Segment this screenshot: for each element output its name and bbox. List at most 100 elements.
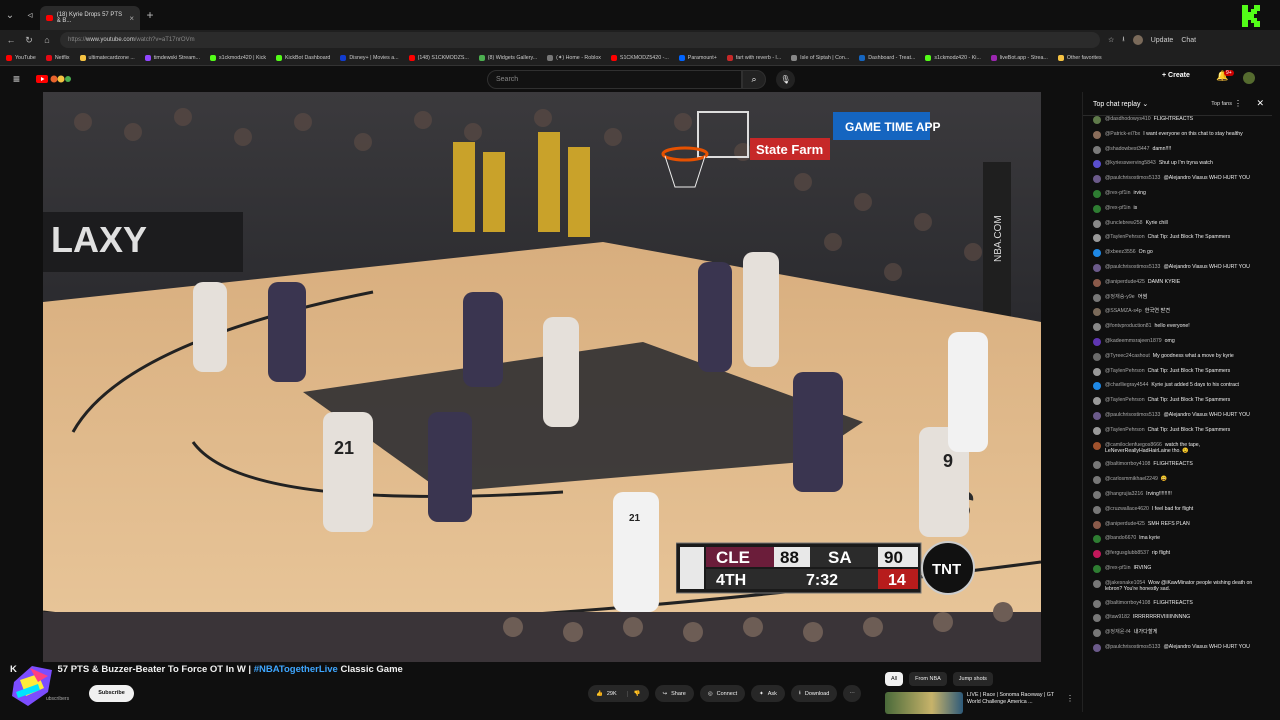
- chat-avatar[interactable]: [1093, 249, 1101, 258]
- chat-author[interactable]: @rex-pf1in: [1105, 565, 1130, 571]
- bookmark-item[interactable]: YouTube: [6, 54, 36, 61]
- chat-avatar[interactable]: [1093, 204, 1101, 213]
- chat-author[interactable]: @Tyreec24cashout: [1105, 353, 1150, 359]
- connect-button[interactable]: ◎ Connect: [699, 685, 746, 702]
- profile-avatar[interactable]: [1132, 35, 1143, 45]
- chat-avatar[interactable]: [1093, 337, 1101, 346]
- chat-avatar[interactable]: [1093, 520, 1101, 529]
- bookmark-item[interactable]: (✦) Home - Roblox: [547, 54, 601, 61]
- back-icon[interactable]: ←: [6, 35, 16, 45]
- chip-all[interactable]: All: [885, 672, 904, 686]
- recommended-thumbnail[interactable]: [885, 692, 963, 714]
- chat-mode-dropdown[interactable]: Top chat replay ⌄: [1093, 100, 1148, 108]
- chat-avatar[interactable]: [1093, 579, 1101, 588]
- tab-list-icon[interactable]: ⌄: [0, 0, 20, 30]
- chat-avatar[interactable]: [1093, 441, 1101, 450]
- chat-author[interactable]: @shadowbest3447: [1105, 146, 1150, 152]
- chat-author[interactable]: @aniperdude425: [1105, 521, 1145, 527]
- chat-avatar[interactable]: [1093, 293, 1101, 302]
- hamburger-menu-icon[interactable]: ≡: [13, 72, 20, 86]
- recommended-title[interactable]: LIVE | Race | Sonoma Raceway | GT World …: [967, 692, 1067, 716]
- chat-author[interactable]: @paulchrisostimos5133: [1105, 412, 1160, 418]
- chat-author[interactable]: @bando6670: [1105, 535, 1136, 541]
- star-icon[interactable]: ☆: [1108, 36, 1114, 44]
- chat-avatar[interactable]: [1093, 145, 1101, 154]
- youtube-logo[interactable]: [36, 74, 84, 84]
- chat-author[interactable]: @unclebrew258: [1105, 220, 1143, 226]
- chat-author[interactable]: @paulchrisostimos5133: [1105, 264, 1160, 270]
- chat-avatar[interactable]: [1093, 564, 1101, 573]
- bookmark-item[interactable]: (148) S1CKMODZS...: [408, 54, 469, 61]
- chat-author[interactable]: @taw9182: [1105, 614, 1130, 620]
- ask-button[interactable]: ✦ Ask: [751, 685, 785, 702]
- top-fans-button[interactable]: Top fans: [1211, 101, 1232, 107]
- chat-avatar[interactable]: [1093, 219, 1101, 228]
- like-button[interactable]: 👍 29K: [588, 691, 623, 697]
- bookmark-item[interactable]: Isle of Siptah | Con...: [791, 54, 849, 61]
- chat-author[interactable]: @cruzwallace4620: [1105, 506, 1149, 512]
- update-button[interactable]: Update: [1151, 37, 1174, 44]
- chat-avatar[interactable]: [1093, 535, 1101, 544]
- page-scrollbar[interactable]: [1274, 92, 1280, 720]
- chat-avatar[interactable]: [1093, 116, 1101, 124]
- recommended-video[interactable]: LIVE | Race | Sonoma Raceway | GT World …: [885, 692, 1075, 716]
- video-player[interactable]: LAXY GAME TIME APP State Farm NBA.COM S: [43, 92, 1041, 662]
- chat-button[interactable]: Chat: [1181, 37, 1196, 44]
- chat-avatar[interactable]: [1093, 189, 1101, 198]
- chat-avatar[interactable]: [1093, 599, 1101, 608]
- bookmark-item[interactable]: ultimatecardzone ...: [79, 54, 135, 61]
- chat-avatar[interactable]: [1093, 476, 1101, 485]
- chat-author[interactable]: @kadeemmsrajeen1879: [1105, 338, 1162, 344]
- chat-author[interactable]: @SSAMZA-s4p: [1105, 308, 1142, 314]
- search-icon[interactable]: ⌕: [742, 70, 766, 89]
- chat-author[interactable]: @kyriesswerving5843: [1105, 160, 1156, 166]
- chat-avatar[interactable]: [1093, 160, 1101, 169]
- bookmark-item[interactable]: s1ckmodz420 | Kick: [210, 54, 266, 61]
- bookmark-item[interactable]: S1CKMODZ5420 -...: [610, 54, 669, 61]
- chat-author[interactable]: @정재윤-f4: [1105, 629, 1131, 635]
- chat-avatar[interactable]: [1093, 130, 1101, 139]
- chat-author[interactable]: @rex-pf1in: [1105, 190, 1130, 196]
- refresh-icon[interactable]: ↻: [24, 35, 34, 46]
- chip-from-nba[interactable]: From NBA: [909, 672, 947, 686]
- chat-author[interactable]: @rex-pf1in: [1105, 205, 1130, 211]
- more-actions-button[interactable]: ⋯: [843, 685, 861, 702]
- chat-author[interactable]: @정재승-y9e: [1105, 294, 1135, 300]
- user-avatar[interactable]: [1243, 72, 1255, 84]
- subscribe-button[interactable]: Subscribe: [89, 685, 134, 702]
- bookmark-item[interactable]: Dashboard - Treat...: [859, 54, 915, 61]
- chat-avatar[interactable]: [1093, 352, 1101, 361]
- dislike-button[interactable]: 👎: [626, 690, 649, 697]
- chat-avatar[interactable]: [1093, 234, 1101, 243]
- chip-jump-shots[interactable]: Jump shots: [952, 672, 993, 686]
- more-options-icon[interactable]: ⋮: [1234, 99, 1242, 108]
- bookmark-item[interactable]: KickBot Dashboard: [276, 54, 330, 61]
- chat-author[interactable]: @TaylenPehrson: [1105, 368, 1145, 374]
- bookmark-item[interactable]: Disney+ | Movies a...: [340, 54, 399, 61]
- close-tab-icon[interactable]: ×: [129, 14, 134, 23]
- chat-author[interactable]: @aniperdude425: [1105, 279, 1145, 285]
- chat-avatar[interactable]: [1093, 382, 1101, 391]
- download-icon[interactable]: ⭳: [1122, 35, 1124, 46]
- bookmark-item[interactable]: fart with reverb - l...: [726, 54, 781, 61]
- browser-tab[interactable]: (18) Kyrie Drops 57 PTS & B... ×: [40, 6, 140, 30]
- hashtag-link[interactable]: #NBATogetherLive: [254, 664, 338, 675]
- bookmark-item[interactable]: Paramount+: [678, 54, 717, 61]
- chat-author[interactable]: @TaylenPehrson: [1105, 427, 1145, 433]
- microphone-icon[interactable]: 🎙: [776, 70, 795, 89]
- chat-avatar[interactable]: [1093, 367, 1101, 376]
- close-chat-icon[interactable]: ✕: [1256, 98, 1264, 109]
- bookmark-item[interactable]: (8) Widgets Gallery...: [478, 54, 537, 61]
- bookmark-item[interactable]: timdewski Stream...: [144, 54, 200, 61]
- bookmark-item[interactable]: Netflix: [45, 54, 70, 61]
- home-icon[interactable]: ⌂: [42, 35, 52, 45]
- chat-author[interactable]: @charlliegray4544: [1105, 382, 1148, 388]
- recommended-more-icon[interactable]: ⋮: [1066, 694, 1074, 703]
- chat-author[interactable]: @camiloclenfuegos8666: [1105, 442, 1162, 448]
- chat-avatar[interactable]: [1093, 411, 1101, 420]
- chat-avatar[interactable]: [1093, 643, 1101, 652]
- chat-author[interactable]: @Patrick-ei7bx: [1105, 131, 1140, 137]
- download-button[interactable]: ⭳ Download: [790, 685, 838, 702]
- chat-avatar[interactable]: [1093, 397, 1101, 406]
- chat-avatar[interactable]: [1093, 614, 1101, 623]
